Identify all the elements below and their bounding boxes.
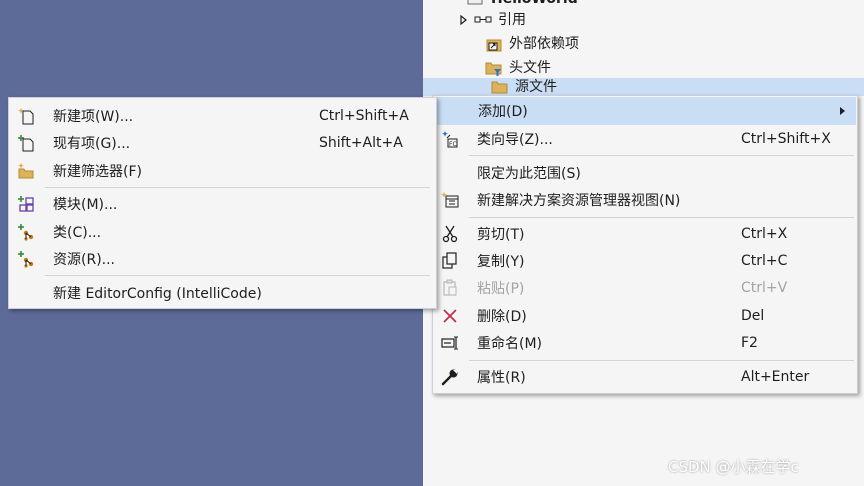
- menu-item-label: 复制(Y): [477, 253, 525, 270]
- menu-item-label: 类(C)...: [53, 224, 102, 241]
- tree-item-label: 外部依赖项: [509, 36, 579, 52]
- menu-item-label: 删除(D): [477, 308, 527, 325]
- add-submenu: 新建项(W)... Ctrl+Shift+A 现有项(G)... Shift+A…: [8, 97, 437, 309]
- project-icon: [467, 0, 485, 8]
- menu-item-label: 重命名(M): [477, 335, 543, 352]
- resource-icon: [12, 245, 40, 272]
- delete-icon: [436, 302, 464, 329]
- tree-item-references[interactable]: 引用: [458, 9, 526, 31]
- menu-item-shortcut: Ctrl+V: [741, 279, 788, 296]
- menu-item-label: 新建 EditorConfig (IntelliCode): [53, 285, 262, 302]
- menu-item-module[interactable]: 模块(M)...: [10, 190, 435, 217]
- menu-item-new-explorer-view[interactable]: 新建解决方案资源管理器视图(N): [434, 186, 856, 213]
- menu-item-resource[interactable]: 资源(R)...: [10, 245, 435, 272]
- menu-item-label: 模块(M)...: [53, 196, 118, 213]
- menu-item-rename[interactable]: 重命名(M) F2: [434, 329, 856, 356]
- class-icon: [12, 218, 40, 245]
- menu-item-label: 新建项(W)...: [53, 108, 134, 125]
- menu-item-add[interactable]: 添加(D): [434, 97, 856, 125]
- svg-text:FC: FC: [449, 141, 457, 148]
- properties-wrench-icon: [436, 363, 464, 390]
- new-filter-icon: [12, 157, 40, 184]
- watermark: CSDN @小霖在学c: [668, 458, 799, 476]
- expand-arrow-icon[interactable]: [458, 9, 468, 31]
- menu-separator: [45, 275, 430, 276]
- menu-item-cut[interactable]: 剪切(T) Ctrl+X: [434, 220, 856, 247]
- menu-item-label: 资源(R)...: [53, 251, 116, 268]
- menu-item-shortcut: Ctrl+Shift+X: [741, 130, 831, 147]
- menu-item-class[interactable]: 类(C)...: [10, 218, 435, 245]
- tree-item-source-files[interactable]: 源文件: [423, 78, 864, 96]
- external-dependencies-icon: [485, 35, 503, 53]
- menu-item-label: 添加(D): [478, 104, 528, 120]
- menu-item-shortcut: Ctrl+X: [741, 225, 788, 242]
- module-icon: [12, 190, 40, 217]
- menu-item-delete[interactable]: 删除(D) Del: [434, 302, 856, 329]
- menu-item-label: 属性(R): [477, 369, 526, 386]
- cut-icon: [436, 220, 464, 247]
- new-explorer-view-icon: [436, 186, 464, 213]
- menu-separator: [469, 217, 854, 218]
- rename-icon: [436, 329, 464, 356]
- menu-item-paste[interactable]: 粘贴(P) Ctrl+V: [434, 274, 856, 301]
- menu-item-existing-item[interactable]: 现有项(G)... Shift+Alt+A: [10, 129, 435, 156]
- menu-item-shortcut: Ctrl+C: [741, 252, 788, 269]
- menu-item-label: 剪切(T): [477, 226, 525, 243]
- copy-icon: [436, 247, 464, 274]
- tree-item-label: 引用: [498, 12, 526, 28]
- existing-item-icon: [12, 129, 40, 156]
- menu-item-label: 现有项(G)...: [53, 135, 131, 152]
- menu-separator: [469, 155, 854, 156]
- menu-item-properties[interactable]: 属性(R) Alt+Enter: [434, 363, 856, 390]
- menu-item-shortcut: Alt+Enter: [741, 368, 810, 385]
- menu-item-new-editorconfig[interactable]: 新建 EditorConfig (IntelliCode): [10, 279, 435, 306]
- paste-icon: [436, 274, 464, 301]
- new-item-icon: [12, 102, 40, 129]
- submenu-arrow-icon: [840, 107, 845, 115]
- menu-item-label: 限定为此范围(S): [477, 165, 581, 182]
- header-filter-folder-icon: [485, 59, 503, 77]
- references-icon: [474, 11, 492, 29]
- menu-item-label: 粘贴(P): [477, 280, 525, 297]
- menu-item-copy[interactable]: 复制(Y) Ctrl+C: [434, 247, 856, 274]
- menu-item-label: 新建解决方案资源管理器视图(N): [477, 192, 681, 209]
- class-wizard-icon: FC: [436, 125, 464, 152]
- menu-item-label: 新建筛选器(F): [53, 163, 142, 180]
- context-menu: 添加(D) FC 类向导(Z)... Ctrl+Shift+X 限定为此范围(S…: [432, 95, 858, 394]
- menu-item-class-wizard[interactable]: FC 类向导(Z)... Ctrl+Shift+X: [434, 125, 856, 152]
- menu-item-shortcut: Del: [741, 307, 765, 324]
- menu-item-new-item[interactable]: 新建项(W)... Ctrl+Shift+A: [10, 102, 435, 129]
- menu-item-shortcut: Ctrl+Shift+A: [319, 107, 409, 124]
- tree-item-external-dependencies[interactable]: 外部依赖项: [485, 33, 579, 55]
- menu-separator: [469, 360, 854, 361]
- menu-item-shortcut: F2: [741, 334, 758, 351]
- menu-item-shortcut: Shift+Alt+A: [319, 134, 403, 151]
- menu-separator: [45, 187, 430, 188]
- menu-item-label: 类向导(Z)...: [477, 131, 553, 148]
- source-folder-icon: [491, 78, 509, 96]
- menu-item-new-filter[interactable]: 新建筛选器(F): [10, 157, 435, 184]
- menu-item-scope-to-this[interactable]: 限定为此范围(S): [434, 159, 856, 186]
